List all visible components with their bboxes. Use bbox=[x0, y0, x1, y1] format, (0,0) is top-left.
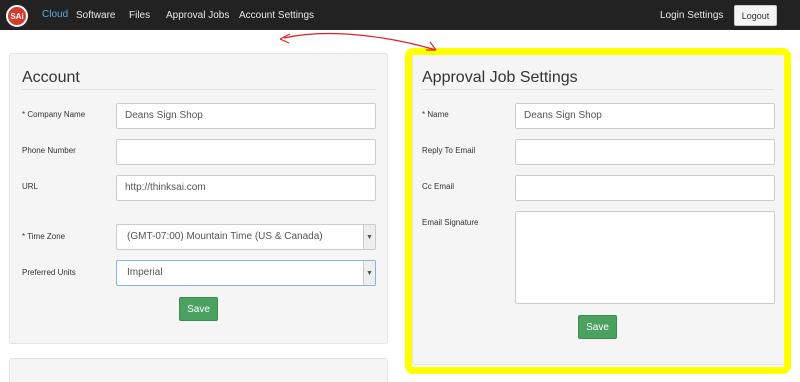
arrow-curve bbox=[283, 32, 437, 51]
cc-email-label: Cc Email bbox=[422, 182, 455, 191]
preferred-units-label: Preferred Units bbox=[22, 268, 76, 277]
chevron-down-icon: ▼ bbox=[363, 261, 375, 285]
approval-name-label-text: Name bbox=[427, 110, 449, 119]
required-mark: * bbox=[22, 110, 26, 119]
email-signature-textarea[interactable] bbox=[515, 211, 775, 304]
nav-link-files[interactable]: Files bbox=[129, 10, 150, 21]
reply-to-email-label: Reply To Email bbox=[422, 146, 476, 155]
preferred-units-select[interactable]: Imperial ▼ bbox=[116, 260, 376, 286]
approval-save-button[interactable]: Save bbox=[578, 315, 617, 339]
url-label: URL bbox=[22, 182, 39, 191]
url-input[interactable]: http://thinksai.com bbox=[116, 175, 376, 201]
nav-link-login-settings[interactable]: Login Settings bbox=[660, 10, 723, 21]
nav-link-software[interactable]: Software bbox=[76, 10, 115, 21]
nav-link-account-settings[interactable]: Account Settings bbox=[239, 10, 314, 21]
phone-number-label: Phone Number bbox=[22, 146, 76, 155]
approval-title: Approval Job Settings bbox=[422, 69, 578, 86]
required-mark: * bbox=[422, 110, 426, 119]
approval-name-input[interactable]: Deans Sign Shop bbox=[515, 103, 775, 129]
account-panel: Account * Company Name Deans Sign Shop P… bbox=[9, 53, 388, 344]
sai-logo[interactable]: SAi bbox=[6, 5, 28, 27]
chevron-down-icon: ▼ bbox=[363, 225, 375, 249]
reply-to-email-input[interactable] bbox=[515, 139, 775, 165]
approval-job-settings-panel: Approval Job Settings * Name Deans Sign … bbox=[412, 53, 785, 365]
company-name-label-text: Company Name bbox=[27, 110, 86, 119]
secondary-panel bbox=[9, 358, 388, 382]
cc-email-input[interactable] bbox=[515, 175, 775, 201]
approval-name-label: * Name bbox=[422, 110, 449, 119]
top-navbar: SAi Cloud Software Files Approval Jobs A… bbox=[0, 0, 800, 30]
account-title-divider bbox=[22, 89, 376, 90]
time-zone-label: * Time Zone bbox=[22, 232, 66, 241]
arrow-head-left bbox=[279, 33, 291, 44]
logout-button[interactable]: Logout bbox=[734, 5, 777, 26]
arrow-head-right bbox=[426, 41, 437, 51]
company-name-input[interactable]: Deans Sign Shop bbox=[116, 103, 376, 129]
time-zone-select[interactable]: (GMT-07:00) Mountain Time (US & Canada) … bbox=[116, 224, 376, 250]
email-signature-label: Email Signature bbox=[422, 218, 479, 227]
brand-text[interactable]: Cloud bbox=[42, 9, 68, 20]
approval-title-divider bbox=[422, 89, 774, 90]
phone-number-input[interactable] bbox=[116, 139, 376, 165]
time-zone-value: (GMT-07:00) Mountain Time (US & Canada) bbox=[127, 231, 323, 242]
company-name-label: * Company Name bbox=[22, 110, 85, 119]
preferred-units-value: Imperial bbox=[127, 267, 163, 278]
logo-text: SAi bbox=[10, 11, 24, 21]
account-save-button[interactable]: Save bbox=[179, 297, 218, 321]
nav-link-approval-jobs[interactable]: Approval Jobs bbox=[166, 10, 229, 21]
account-title: Account bbox=[22, 69, 80, 86]
